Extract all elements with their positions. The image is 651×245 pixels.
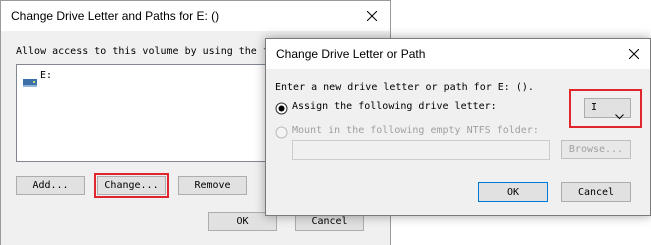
mount-folder-label: Mount in the following empty NTFS folder… <box>292 125 539 136</box>
radio-unselected-icon <box>275 124 288 139</box>
paths-listbox[interactable]: E: <box>16 64 266 162</box>
drive-paths-close-button[interactable] <box>356 1 388 31</box>
radio-selected-icon <box>275 100 288 115</box>
front-cancel-button[interactable]: Cancel <box>561 182 631 202</box>
drive-paths-instruction: Allow access to this volume by using the… <box>16 46 269 57</box>
assign-letter-label: Assign the following drive letter: <box>292 101 497 112</box>
change-button-highlight <box>94 173 169 198</box>
drive-paths-title: Change Drive Letter and Paths for E: () <box>11 9 220 23</box>
change-letter-title: Change Drive Letter or Path <box>276 47 426 61</box>
remove-button[interactable]: Remove <box>178 176 247 195</box>
folder-path-field[interactable] <box>292 140 550 160</box>
change-letter-titlebar: Change Drive Letter or Path <box>266 39 650 69</box>
browse-button[interactable]: Browse... <box>561 140 631 159</box>
drive-paths-titlebar: Change Drive Letter and Paths for E: () <box>1 1 390 31</box>
close-icon <box>367 11 377 21</box>
list-item-label: E: <box>40 70 53 81</box>
drive-letter-highlight <box>569 89 642 128</box>
change-drive-letter-dialog: Change Drive Letter or Path Enter a new … <box>265 38 651 216</box>
drive-icon <box>23 72 37 87</box>
front-ok-button[interactable]: OK <box>478 182 548 202</box>
close-icon <box>629 49 639 59</box>
change-letter-close-button[interactable] <box>618 39 650 69</box>
change-letter-instruction: Enter a new drive letter or path for E: … <box>275 82 534 93</box>
add-button[interactable]: Add... <box>16 176 85 195</box>
